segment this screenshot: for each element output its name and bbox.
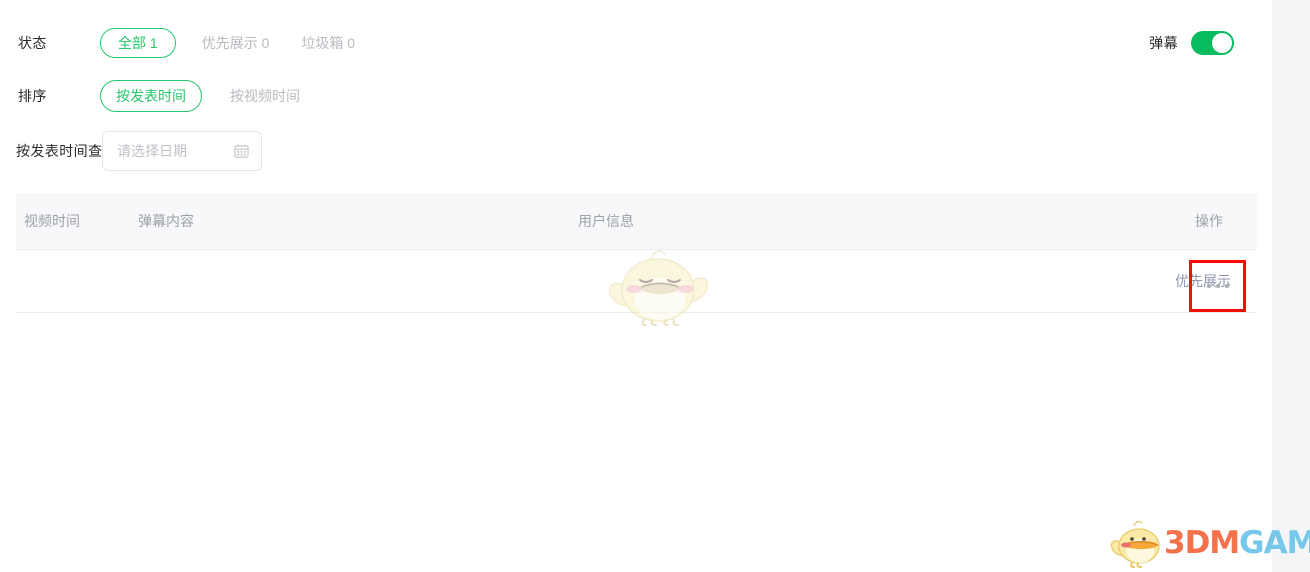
column-header-user-info: 用户信息 [578,213,634,229]
toggle-knob [1212,33,1232,53]
status-tab-all[interactable]: 全部 1 [100,28,176,58]
content-panel: 状态 全部 1 优先展示 0 垃圾箱 0 排序 按发表时间 按视频时间 按发表时… [0,0,1272,572]
highlight-box-more-menu [1189,260,1246,312]
date-picker-placeholder: 请选择日期 [117,143,187,159]
date-picker-input[interactable]: 请选择日期 [102,131,262,171]
table-row[interactable]: 优先展示 [16,250,1257,313]
column-header-danmaku-content: 弹幕内容 [138,213,194,229]
danmaku-toggle-label: 弹幕 [1149,35,1178,51]
table-header-row: 视频时间 弹幕内容 用户信息 操作 [16,193,1257,250]
sort-filter-label: 排序 [18,88,47,104]
column-header-action: 操作 [1195,213,1223,229]
calendar-icon [234,144,249,159]
sort-filter-row: 排序 按发表时间 按视频时间 [0,79,306,113]
danmaku-table: 视频时间 弹幕内容 用户信息 操作 优先展示 [16,193,1257,313]
cell-video-time [16,272,138,290]
danmaku-toggle-switch[interactable] [1191,31,1234,55]
sort-tab-by-publish-time[interactable]: 按发表时间 [100,80,202,112]
status-filter-label: 状态 [18,35,47,51]
status-filter-row: 状态 全部 1 优先展示 0 垃圾箱 0 [0,27,361,59]
status-tab-priority[interactable]: 优先展示 0 [196,28,276,58]
date-filter-label: 按发表时间查找 [16,143,117,159]
sort-tab-by-video-time[interactable]: 按视频时间 [224,81,306,111]
danmaku-toggle-group: 弹幕 [1149,31,1234,55]
date-filter-row: 按发表时间查找 请选择日期 [0,131,262,171]
screen-root: 状态 全部 1 优先展示 0 垃圾箱 0 排序 按发表时间 按视频时间 按发表时… [0,0,1310,572]
column-header-video-time: 视频时间 [24,213,80,229]
status-tab-trash[interactable]: 垃圾箱 0 [295,28,361,58]
